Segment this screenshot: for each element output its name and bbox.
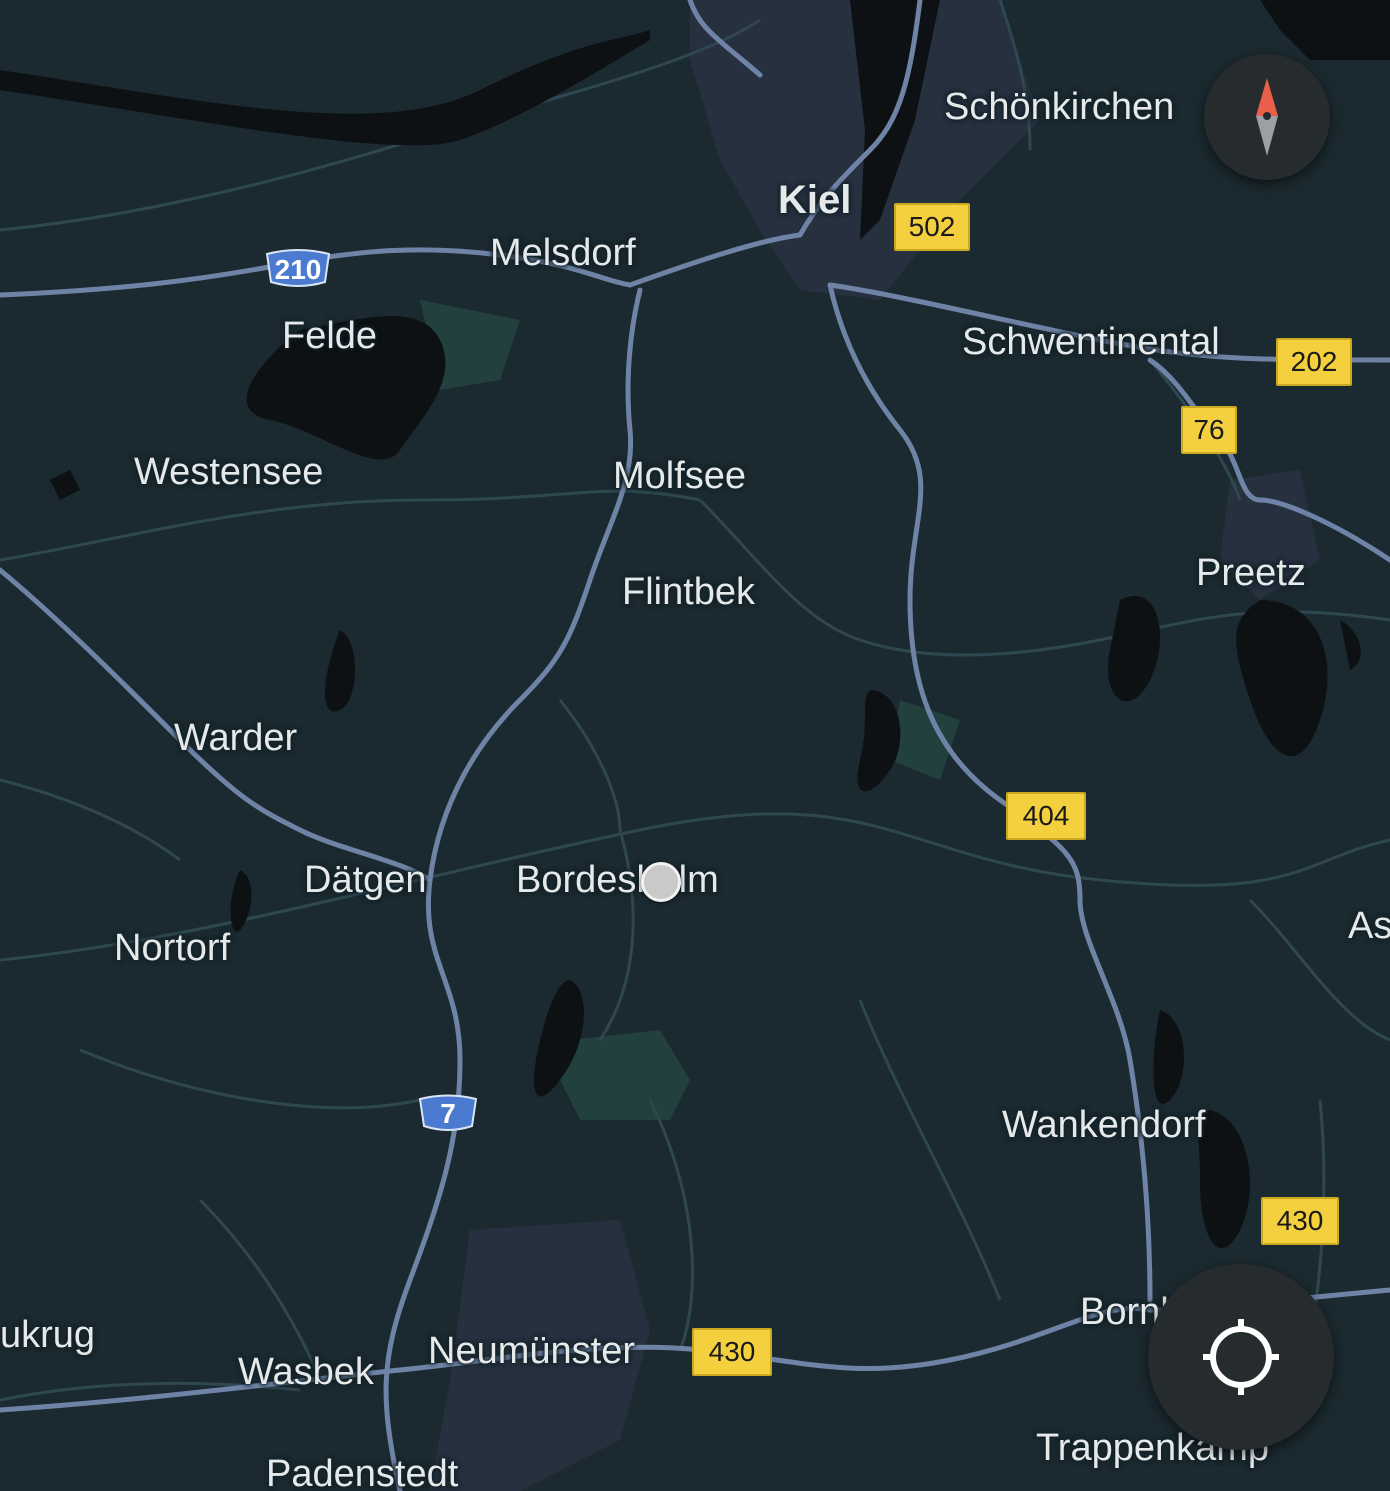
route-shield-502: 502 <box>894 203 970 251</box>
route-shield-label: 210 <box>274 254 322 285</box>
route-shield-430: 430 <box>692 1328 772 1376</box>
route-shield-label: 7 <box>440 1098 456 1129</box>
place-label[interactable]: Felde <box>282 317 377 355</box>
place-label[interactable]: Melsdorf <box>490 234 636 272</box>
place-label[interactable]: ukrug <box>0 1316 95 1354</box>
place-label[interactable]: Neumünster <box>428 1332 635 1370</box>
place-label[interactable]: Schwentinental <box>962 323 1220 361</box>
my-location-icon <box>1203 1319 1279 1395</box>
place-label[interactable]: Warder <box>174 719 297 757</box>
place-label[interactable]: Bordesholm <box>516 861 719 899</box>
place-label[interactable]: Kiel <box>778 180 851 220</box>
location-marker[interactable] <box>641 862 681 902</box>
route-shield-7: 7 <box>416 1094 480 1132</box>
route-shield-76: 76 <box>1181 406 1237 454</box>
place-label[interactable]: Flintbek <box>622 573 755 611</box>
my-location-button[interactable] <box>1148 1264 1334 1450</box>
place-label[interactable]: Nortorf <box>114 929 230 967</box>
place-label[interactable]: Wasbek <box>238 1353 374 1391</box>
route-shield-404: 404 <box>1006 792 1086 840</box>
compass-button[interactable] <box>1204 54 1330 180</box>
route-shield-210: 210 <box>263 248 333 288</box>
place-label[interactable]: Wankendorf <box>1002 1106 1205 1144</box>
route-shield-202: 202 <box>1276 338 1352 386</box>
map-view[interactable]: 502 210 202 76 404 7 430 430 Schönkirche… <box>0 0 1390 1491</box>
place-label[interactable]: Westensee <box>134 453 323 491</box>
place-label[interactable]: Dätgen <box>304 861 427 899</box>
place-label[interactable]: Schönkirchen <box>944 88 1174 126</box>
place-label[interactable]: Padenstedt <box>266 1455 458 1491</box>
route-shield-430: 430 <box>1261 1197 1339 1245</box>
place-label[interactable]: Preetz <box>1196 554 1306 592</box>
place-label[interactable]: Molfsee <box>613 457 746 495</box>
compass-icon <box>1256 78 1278 156</box>
place-label[interactable]: As <box>1348 907 1390 945</box>
